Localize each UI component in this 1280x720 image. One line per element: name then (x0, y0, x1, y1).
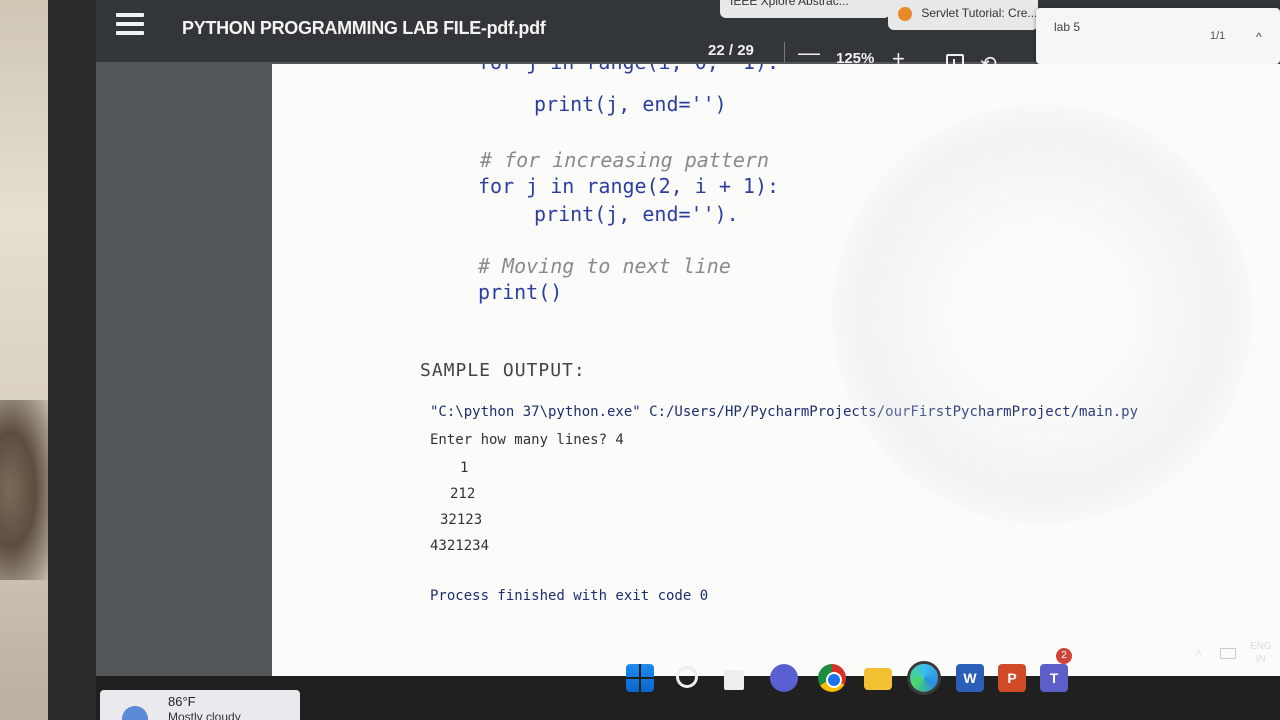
output-prompt: Enter how many lines? 4 (430, 432, 624, 448)
word-icon[interactable]: W (956, 664, 984, 692)
menu-icon[interactable] (116, 13, 144, 37)
cloud-icon (122, 706, 148, 720)
zoom-out-button[interactable]: — (798, 40, 820, 66)
teams-icon[interactable]: T (1040, 664, 1068, 692)
page-current[interactable]: 22 (708, 42, 725, 59)
code-line: for j in range(2, i + 1): (478, 174, 780, 198)
language-indicator[interactable]: ENG IN (1250, 640, 1272, 666)
edge-icon[interactable] (907, 661, 941, 695)
code-line: print(j, end='') (534, 92, 727, 116)
toolbar-divider (784, 42, 785, 62)
output-row: 212 (450, 486, 476, 502)
code-line: for j in range(i, 0, -1): (478, 64, 779, 74)
monitor-bezel (48, 0, 96, 720)
chrome-icon[interactable] (818, 664, 846, 692)
document-title: PYTHON PROGRAMMING LAB FILE-pdf.pdf (182, 18, 546, 38)
output-finish: Process finished with exit code 0 (430, 588, 709, 604)
lang-code: ENG (1250, 641, 1272, 652)
pdf-page: for j in range(i, 0, -1): print(j, end='… (272, 64, 1280, 680)
weather-temp: 86°F (168, 694, 196, 709)
code-line: print() (478, 280, 563, 304)
page-indicator[interactable]: 22 / 29 (708, 42, 754, 59)
output-row: 1 (460, 460, 469, 476)
find-input[interactable]: lab 5 (1054, 20, 1080, 34)
code-comment: # Moving to next line (478, 254, 731, 278)
teams-badge: 2 (1056, 648, 1072, 664)
lang-region: IN (1255, 654, 1266, 665)
output-row: 4321234 (430, 538, 490, 554)
java-icon (898, 6, 912, 21)
keyboard-icon[interactable] (1220, 648, 1236, 659)
find-count: 1/1 (1210, 30, 1226, 42)
browser-tab-ieee[interactable]: IEEE Xplore Abstrac... (720, 0, 890, 18)
weather-condition: Mostly cloudy (168, 710, 241, 720)
output-command: "C:\python 37\python.exe" C:/Users/HP/Py… (430, 404, 1139, 420)
output-row: 32123 (440, 512, 483, 528)
windows-start-icon[interactable] (626, 664, 654, 692)
tab-label: Servlet Tutorial: Cre... (921, 6, 1038, 20)
page-total: / 29 (728, 42, 754, 59)
background-room (0, 0, 50, 720)
file-explorer-icon[interactable] (864, 668, 892, 690)
find-bar: lab 5 1/1 ^ (1036, 8, 1280, 64)
code-comment: # for increasing pattern (480, 148, 769, 172)
chevron-up-icon[interactable]: ^ (1196, 648, 1202, 662)
background-object (0, 400, 50, 580)
tab-label: IEEE Xplore Abstrac... (730, 0, 849, 8)
search-icon[interactable] (676, 666, 698, 688)
browser-tab-servlet[interactable]: Servlet Tutorial: Cre... (888, 0, 1038, 30)
chevron-up-icon[interactable]: ^ (1256, 30, 1262, 44)
meet-icon[interactable] (770, 664, 798, 692)
powerpoint-icon[interactable]: P (998, 664, 1026, 692)
task-view-icon[interactable] (724, 670, 744, 690)
weather-widget[interactable]: 86°F Mostly cloudy (100, 690, 300, 720)
sample-output-heading: SAMPLE OUTPUT: (420, 360, 586, 381)
code-line: print(j, end=''). (534, 202, 739, 226)
